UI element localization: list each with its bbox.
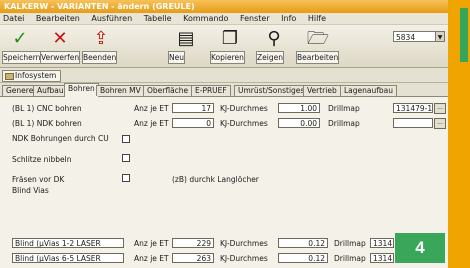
blind-6-5-field[interactable]: Blind (µVias 6-5 LASER [12,253,124,263]
discard-button-label: Verwerfen [40,51,81,64]
blind-6-5-drillmap-input[interactable]: 1314 [370,253,394,263]
anz-je-et-label: Anz je ET [134,104,169,113]
edit-button-label: Bearbeiten [296,51,340,64]
cnc-drillmap-browse-button[interactable]: ... [434,103,446,114]
info-icon [5,73,14,80]
save-button-label: Speichern [2,51,42,64]
edit-button[interactable]: 🗁 Bearbeiten [296,27,340,65]
copy-icon: ❐ [221,28,239,49]
exit-button-label: Beenden [82,51,118,64]
menu-fenster[interactable]: Fenster [240,14,270,23]
ndk-cu-checkbox[interactable] [122,135,130,143]
blind-1-2-anz-input[interactable]: 229 [172,238,214,248]
new-doc-icon: ▤ [177,28,195,49]
exit-icon: ⇪ [93,28,109,49]
ndk-cu-label: NDK Bohrungen durch CU [12,134,109,143]
magnifier-icon: ⚲ [267,28,281,49]
copy-button-label: Kopieren [210,51,245,64]
menu-tabelle[interactable]: Tabelle [144,14,172,23]
variant-combo-value: 5834 [396,33,416,42]
tab-strip: Generell Aufbau Bohren Bohren MV Oberflä… [0,83,448,97]
tab-lagenaufbau[interactable]: Lagenaufbau [340,85,398,96]
show-button[interactable]: ⚲ Zeigen [256,27,292,65]
info-bar: Infosystem [0,68,448,83]
tab-umruest-sonstiges[interactable]: Umrüst/Sonstiges [234,85,309,96]
new-button[interactable]: ▤ Neu [168,27,204,65]
menu-info[interactable]: Info [281,14,296,23]
fraesen-label: Fräsen vor DK [12,175,65,184]
menu-bar: Datei Bearbeiten Ausführen Tabelle Komma… [0,13,448,25]
blind-1-2-field[interactable]: Blind (µVias 1-2 LASER [12,238,124,248]
blind-1-2-drillmap-input[interactable]: 1314 [370,238,394,248]
bohren-panel: (BL 1) CNC bohren Anz je ET 17 KJ-Durchm… [0,97,448,268]
menu-hilfe[interactable]: Hilfe [308,14,326,23]
blind-6-5-kj-input[interactable]: 0.12 [278,253,328,263]
tab-e-pruef[interactable]: E-PRUEF [191,85,231,96]
window-title: KALKERW - VARIANTEN - ändern (GREULE) [0,0,448,13]
blind-anz-label-2: Anz je ET [134,254,169,263]
tab-aufbau[interactable]: Aufbau [33,85,68,96]
blind-kj-label-2: KJ-Durchmes [220,254,268,263]
save-button[interactable]: ✓ Speichern [2,27,42,65]
schlitze-label: Schlitze nibbeln [12,155,72,164]
blind-1-2-kj-input[interactable]: 0.12 [278,238,328,248]
tab-bohren-mv[interactable]: Bohren MV [96,85,145,96]
ndk-drillmap-input[interactable] [393,118,433,128]
infosystem-button[interactable]: Infosystem [2,70,62,82]
cnc-drillmap-input[interactable]: 131479-1 [393,103,433,113]
kj-durchmes-label: KJ-Durchmes [220,104,268,113]
figure-number-badge: 4 [395,233,445,263]
fraesen-note: (zB) durchk Langlöcher [172,175,259,184]
tab-oberflaeche[interactable]: Oberfläche [143,85,193,96]
discard-button[interactable]: ✕ Verwerfen [40,27,81,65]
blind-drillmap-label-2: Drillmap [334,254,366,263]
check-icon: ✓ [12,28,28,49]
drillmap-label: Drillmap [328,104,360,113]
blind-drillmap-label: Drillmap [334,239,366,248]
cnc-anz-input[interactable]: 17 [172,103,214,113]
show-button-label: Zeigen [256,51,284,64]
scrollbar[interactable] [460,8,468,62]
tab-vertrieb[interactable]: Vertrieb [303,85,341,96]
ndk-bohren-label: (BL 1) NDK bohren [12,119,82,128]
menu-bearbeiten[interactable]: Bearbeiten [36,14,80,23]
folder-edit-icon: 🗁 [306,28,330,49]
blind-6-5-anz-input[interactable]: 263 [172,253,214,263]
exit-button[interactable]: ⇪ Beenden [82,27,120,65]
schlitze-checkbox[interactable] [122,154,130,162]
copy-button[interactable]: ❐ Kopieren [210,27,250,65]
kj-durchmes-label-2: KJ-Durchmes [220,119,268,128]
toolbar: ✓ Speichern ✕ Verwerfen ⇪ Beenden ▤ Neu … [0,25,448,68]
menu-kommando[interactable]: Kommando [183,14,228,23]
blind-kj-label: KJ-Durchmes [220,239,268,248]
anz-je-et-label-2: Anz je ET [134,119,169,128]
infosystem-label: Infosystem [15,71,57,80]
fraesen-checkbox[interactable] [122,174,130,182]
ndk-anz-input[interactable]: 0 [172,118,214,128]
cnc-kj-input[interactable]: 1.00 [278,103,320,113]
ndk-kj-input[interactable]: 0.00 [278,118,320,128]
new-button-label: Neu [168,51,185,64]
blind-vias-heading: Blind Vias [12,186,49,195]
tab-bohren[interactable]: Bohren [64,83,99,97]
menu-datei[interactable]: Datei [3,14,24,23]
chevron-down-icon[interactable]: ▼ [435,32,444,41]
drillmap-label-2: Drillmap [328,119,360,128]
ndk-drillmap-browse-button[interactable]: ... [434,118,446,129]
menu-ausfuehren[interactable]: Ausführen [91,14,132,23]
cross-icon: ✕ [52,28,68,49]
cnc-bohren-label: (BL 1) CNC bohren [12,104,82,113]
blind-anz-label: Anz je ET [134,239,169,248]
variant-combo[interactable]: 5834 ▼ [393,31,445,42]
